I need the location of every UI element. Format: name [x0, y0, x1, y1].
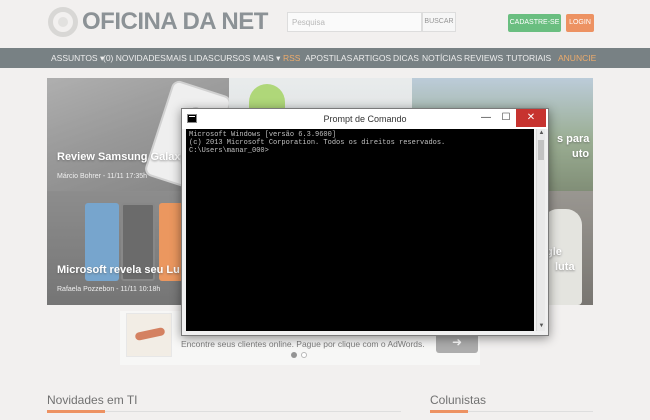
carousel-dot[interactable]	[301, 352, 307, 358]
nav-item-artigos[interactable]: ARTIGOS	[353, 48, 391, 68]
ad-image[interactable]	[126, 313, 172, 357]
featured-title[interactable]: Microsoft revela seu Lu	[57, 264, 180, 276]
chevron-down-icon: ▾	[276, 53, 281, 63]
ad-text[interactable]: Encontre seus clientes online. Pague por…	[181, 339, 425, 349]
nav-item-rss[interactable]: RSS	[283, 48, 300, 68]
featured-title-fragment[interactable]: luta	[555, 261, 575, 273]
section-accent	[47, 410, 105, 413]
maximize-button[interactable]: ☐	[496, 109, 516, 127]
window-titlebar[interactable]: Prompt de Comando — ☐ ✕	[182, 109, 548, 129]
nav-item-mais-lidas[interactable]: MAIS LIDAS	[166, 48, 214, 68]
nav-item-tutoriais[interactable]: TUTORIAIS	[506, 48, 551, 68]
nav-item-dicas[interactable]: DICAS	[393, 48, 419, 68]
section-title-colunistas: Colunistas	[430, 393, 487, 407]
site-logo[interactable]: OFICINA DA NET	[82, 8, 268, 36]
console-line: (c) 2013 Microsoft Corporation. Todos os…	[189, 139, 446, 147]
search-input[interactable]: Pesquisa	[287, 12, 422, 32]
nav-item-reviews[interactable]: REVIEWS	[464, 48, 503, 68]
gear-logo-icon[interactable]	[48, 7, 78, 37]
terminal-icon[interactable]	[187, 114, 197, 123]
featured-title-fragment[interactable]: uto	[572, 148, 589, 160]
site-header: OFICINA DA NET Pesquisa BUSCAR CADASTRE-…	[0, 0, 650, 48]
featured-title[interactable]: Review Samsung Galaxy	[57, 151, 187, 163]
section-accent	[430, 410, 468, 413]
section-title-novidades: Novidades em TI	[47, 393, 138, 407]
scroll-down-arrow-icon[interactable]: ▼	[537, 322, 546, 331]
search-button[interactable]: BUSCAR	[422, 12, 456, 32]
minimize-button[interactable]: —	[476, 109, 496, 127]
featured-meta: Márcio Bohrer - 11/11 17:35h	[57, 173, 148, 180]
login-button[interactable]: LOGIN	[566, 14, 594, 32]
vertical-scrollbar[interactable]: ▲ ▼	[536, 129, 545, 331]
featured-meta: Rafaela Pozzebon - 11/11 10:18h	[57, 286, 161, 293]
console-line: Microsoft Windows [versão 6.3.9600]	[189, 131, 337, 139]
nav-item-cursos[interactable]: CURSOS	[214, 48, 250, 68]
signup-button[interactable]: CADASTRE-SE	[508, 14, 561, 32]
nav-item-mais[interactable]: MAIS ▾	[253, 48, 280, 68]
nav-item-apostilas[interactable]: APOSTILAS	[305, 48, 352, 68]
nav-item-novidades[interactable]: (0) NOVIDADES	[103, 48, 166, 68]
airplane-icon	[134, 326, 166, 342]
scroll-up-arrow-icon[interactable]: ▲	[537, 129, 546, 138]
scrollbar-thumb[interactable]	[538, 140, 544, 160]
close-button[interactable]: ✕	[516, 109, 546, 127]
nav-item-noticias[interactable]: NOTÍCIAS	[422, 48, 462, 68]
nav-item-assuntos[interactable]: ASSUNTOS ▾	[51, 48, 104, 68]
carousel-dot-active[interactable]	[291, 352, 297, 358]
console-prompt[interactable]: C:\Users\manar_000>	[189, 147, 531, 155]
featured-title-fragment[interactable]: s para	[557, 133, 589, 145]
main-nav: ASSUNTOS ▾ (0) NOVIDADES MAIS LIDAS CURS…	[0, 48, 650, 68]
command-prompt-window[interactable]: Prompt de Comando — ☐ ✕ Microsoft Window…	[181, 108, 549, 336]
nav-item-anuncie[interactable]: ANUNCIE	[558, 48, 596, 68]
console-output[interactable]: Microsoft Windows [versão 6.3.9600] (c) 2…	[186, 129, 534, 331]
